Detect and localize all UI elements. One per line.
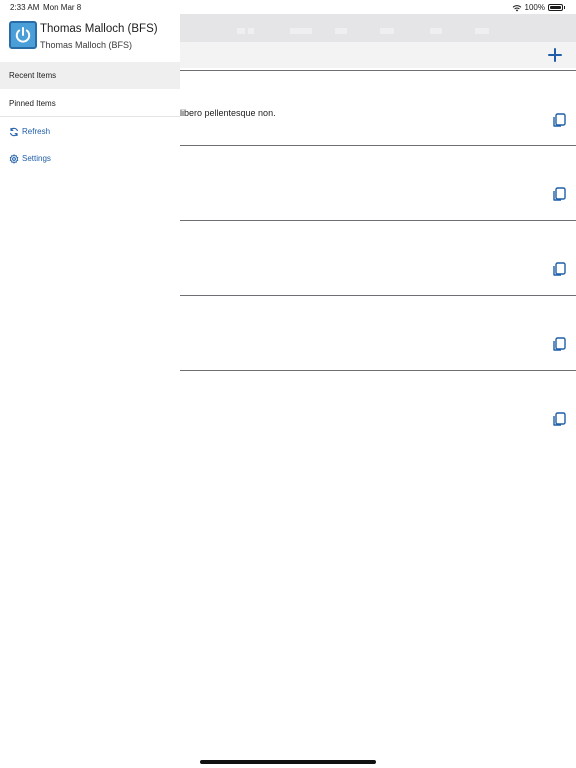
plus-icon xyxy=(548,48,562,62)
menu-item-label: Settings xyxy=(22,154,51,163)
item-text: libero pellentesque non. xyxy=(180,108,276,118)
battery-cap xyxy=(564,6,565,9)
battery-icon xyxy=(548,4,563,11)
battery-percent: 100% xyxy=(524,3,545,12)
gear-icon xyxy=(9,153,19,164)
menu-item-label: Pinned Items xyxy=(9,98,56,108)
toolbar-segment xyxy=(475,28,489,34)
side-drawer: Thomas Malloch (BFS) Thomas Malloch (BFS… xyxy=(0,0,180,768)
menu-item-refresh[interactable]: Refresh xyxy=(0,118,180,145)
home-indicator[interactable] xyxy=(200,760,376,764)
wifi-icon xyxy=(512,4,521,11)
menu-item-settings[interactable]: Settings xyxy=(0,145,180,172)
copy-icon[interactable] xyxy=(551,411,567,427)
avatar xyxy=(9,21,37,49)
add-button[interactable] xyxy=(543,43,567,67)
power-icon xyxy=(15,27,31,43)
copy-icon[interactable] xyxy=(551,261,567,277)
refresh-icon xyxy=(9,127,19,136)
profile-name: Thomas Malloch (BFS) xyxy=(40,23,158,35)
copy-icon[interactable] xyxy=(551,186,567,202)
copy-icon[interactable] xyxy=(551,336,567,352)
status-time: 2:33 AM xyxy=(10,3,40,12)
menu-item-recent-items[interactable]: Recent Items xyxy=(0,62,180,89)
toolbar-segment xyxy=(248,28,254,34)
profile-header[interactable]: Thomas Malloch (BFS) Thomas Malloch (BFS… xyxy=(0,14,180,62)
toolbar-segment xyxy=(290,28,312,34)
toolbar-segment xyxy=(237,28,245,34)
toolbar-segment xyxy=(335,28,347,34)
menu-item-label: Refresh xyxy=(22,127,51,136)
copy-icon[interactable] xyxy=(551,112,567,128)
menu-item-pinned-items[interactable]: Pinned Items xyxy=(0,90,180,117)
status-date: Mon Mar 8 xyxy=(43,3,82,12)
menu-item-label: Recent Items xyxy=(9,71,57,80)
status-bar: 2:33 AM Mon Mar 8 100% xyxy=(0,0,576,14)
toolbar-segment xyxy=(380,28,394,34)
profile-subname: Thomas Malloch (BFS) xyxy=(40,40,133,50)
toolbar-segment xyxy=(430,28,442,34)
status-right: 100% xyxy=(512,3,565,12)
